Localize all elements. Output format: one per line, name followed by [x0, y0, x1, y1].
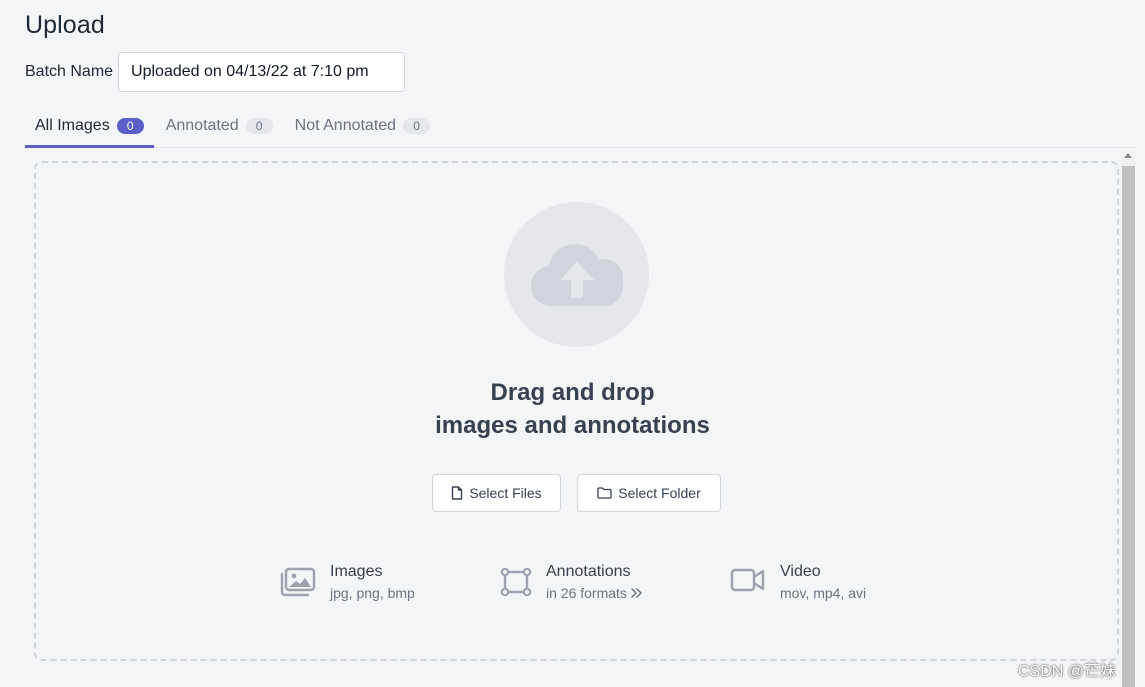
tab-label: Not Annotated	[294, 116, 397, 134]
feature-text: Annotations in 26 formats	[546, 562, 643, 604]
upload-page: Upload Batch Name All Images 0 Annotated…	[0, 0, 1145, 687]
bounding-box-icon	[500, 567, 532, 597]
feature-desc: in 26 formats	[546, 582, 643, 604]
tab-not-annotated[interactable]: Not Annotated 0	[285, 104, 440, 147]
cloud-upload-icon	[530, 243, 623, 306]
feature-desc-text: in 26 formats	[546, 585, 627, 601]
select-files-button[interactable]: Select Files	[432, 474, 561, 512]
feature-desc: jpg, png, bmp	[330, 585, 415, 601]
tab-all-images[interactable]: All Images 0	[25, 104, 154, 148]
tab-label: All Images	[35, 116, 110, 134]
feature-text: Video mov, mp4, avi	[780, 562, 866, 604]
feature-name: Images	[330, 563, 383, 580]
feature-name: Video	[780, 563, 821, 580]
batch-name-input[interactable]	[118, 52, 406, 92]
video-camera-icon	[730, 568, 765, 592]
image-filter-tabs: All Images 0 Annotated 0 Not Annotated 0	[25, 104, 1137, 148]
feature-text: Images jpg, png, bmp	[330, 562, 415, 604]
feature-images: Images jpg, png, bmp	[280, 562, 415, 604]
watermark: CSDN @芒妹	[1018, 663, 1117, 680]
feature-video: Video mov, mp4, avi	[730, 562, 866, 604]
tab-label: Annotated	[165, 116, 239, 134]
scrollbar-thumb[interactable]	[1122, 166, 1135, 687]
chevrons-right-icon[interactable]	[631, 588, 643, 598]
dropzone-headline-line2: images and annotations	[435, 412, 710, 439]
images-icon	[280, 567, 316, 597]
select-folder-button[interactable]: Select Folder	[577, 474, 721, 512]
select-files-label: Select Files	[469, 485, 542, 501]
count-badge: 0	[116, 117, 144, 134]
batch-name-row: Batch Name	[25, 52, 406, 92]
cloud-upload-icon-circle	[504, 202, 649, 347]
dropzone-headline-line1: Drag and drop	[490, 379, 655, 406]
feature-annotations: Annotations in 26 formats	[500, 562, 643, 604]
page-title: Upload	[25, 11, 105, 39]
count-badge: 0	[403, 117, 431, 134]
feature-name: Annotations	[546, 563, 631, 580]
scroll-up-arrow-icon[interactable]	[1124, 153, 1132, 158]
folder-icon	[597, 487, 612, 499]
feature-desc: mov, mp4, avi	[780, 585, 867, 601]
file-icon	[452, 486, 463, 500]
count-badge: 0	[245, 117, 273, 134]
tab-annotated[interactable]: Annotated 0	[156, 104, 283, 147]
batch-name-label: Batch Name	[25, 63, 114, 80]
select-folder-label: Select Folder	[618, 485, 701, 501]
